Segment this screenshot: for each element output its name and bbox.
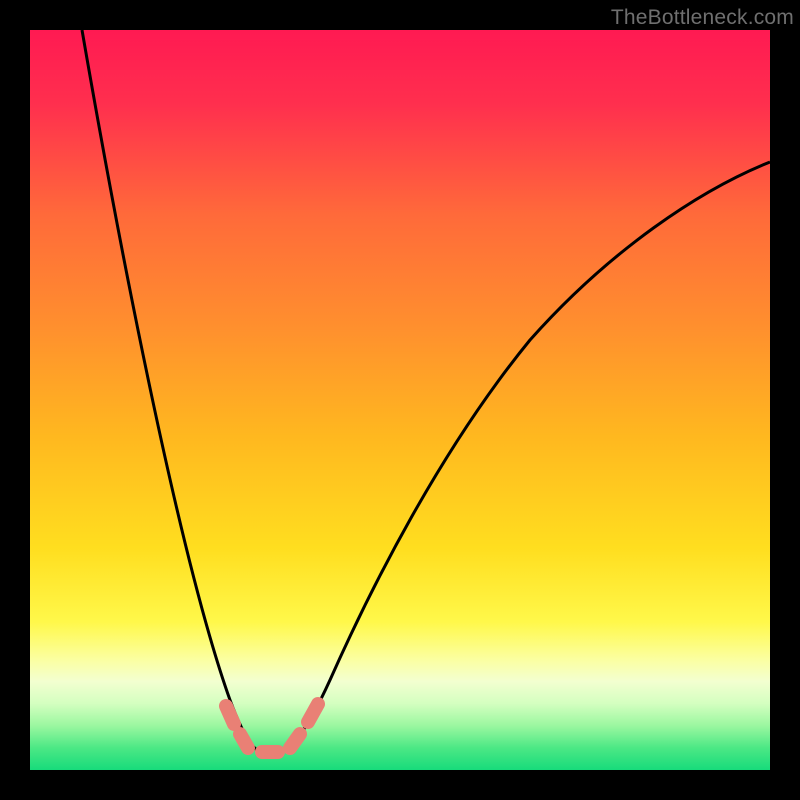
plot-area (30, 30, 770, 770)
bottleneck-curve (82, 30, 770, 755)
curve-layer (30, 30, 770, 770)
watermark: TheBottleneck.com (611, 6, 794, 30)
chart-frame: TheBottleneck.com (0, 0, 800, 800)
